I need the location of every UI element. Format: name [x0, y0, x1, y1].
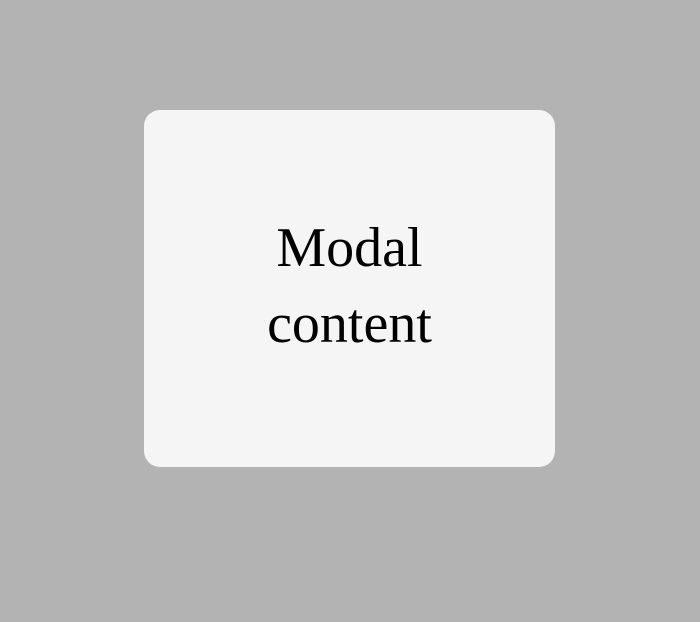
- modal-content-text: Modal content: [267, 216, 432, 355]
- modal-dialog: Modal content: [144, 110, 555, 467]
